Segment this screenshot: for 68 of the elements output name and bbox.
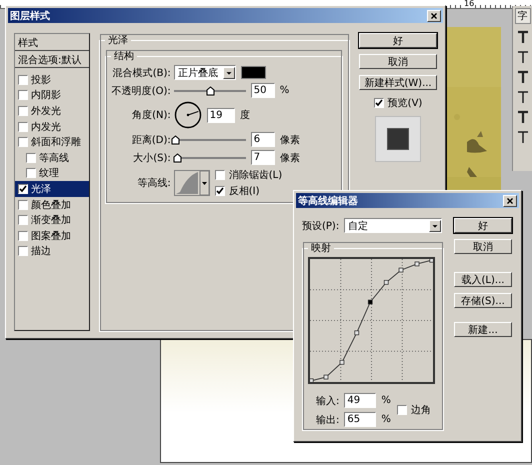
list-item[interactable]: 混合选项:默认 <box>15 51 89 68</box>
style-label: 等高线 <box>39 152 69 165</box>
number-field[interactable]: 50 <box>250 83 275 98</box>
dialog-button[interactable]: 存储(S)... <box>454 293 512 308</box>
field-label: 输出: <box>316 414 340 426</box>
ruler-label: 16 <box>463 0 476 8</box>
list-header: 样式 <box>15 34 89 51</box>
field-label: 等高线: <box>136 176 171 190</box>
style-list-item[interactable]: 投影 <box>15 72 89 88</box>
dialog-button[interactable]: 载入(L)... <box>454 272 512 287</box>
unit-label: 像素 <box>280 134 300 146</box>
unit-label: % <box>280 85 290 96</box>
style-label: 描边 <box>31 244 51 258</box>
dialog-button[interactable]: 取消 <box>454 239 512 254</box>
field-label: 距离(D): <box>130 134 171 146</box>
number-field[interactable]: 65 <box>344 412 376 427</box>
checkbox-label: 消除锯齿(L) <box>228 168 282 182</box>
style-list-item[interactable]: 等高线 <box>15 150 89 166</box>
number-field[interactable]: 6 <box>250 132 275 147</box>
group-title: 结构 <box>112 50 135 63</box>
unit-label: 像素 <box>280 152 300 164</box>
style-label: 颜色叠加 <box>31 198 71 212</box>
window-title: 等高线编辑器 <box>298 194 358 208</box>
field-label: 输入: <box>316 394 340 408</box>
checkbox-label: 预览(V) <box>388 97 422 110</box>
dialog-button[interactable]: 新建样式(W)... <box>359 75 437 90</box>
number-field[interactable]: 7 <box>250 150 275 165</box>
style-list-item[interactable]: 内发光 <box>15 118 89 134</box>
field-label: 预设(P): <box>302 220 340 232</box>
field-label: 不透明度(O): <box>110 84 171 98</box>
style-list-item[interactable]: 纹理 <box>15 166 89 182</box>
panel-tab[interactable]: 字 <box>514 8 530 24</box>
style-list-item[interactable]: 图案叠加 <box>15 228 89 244</box>
style-list-item[interactable]: 光泽 <box>15 181 89 197</box>
blend-mode-dropdown[interactable]: 正片叠底 <box>174 65 236 80</box>
number-field[interactable]: 49 <box>344 393 376 408</box>
style-label: 投影 <box>31 74 51 87</box>
style-label: 光泽 <box>31 182 51 196</box>
style-label: 渐变叠加 <box>31 214 71 228</box>
dialog-button[interactable]: 好 <box>454 218 512 233</box>
style-list-item[interactable]: 外发光 <box>15 103 89 119</box>
style-label: 内阴影 <box>31 88 61 102</box>
style-label: 内发光 <box>31 120 61 134</box>
style-list-item[interactable]: 内阴影 <box>15 88 89 104</box>
dialog-button[interactable]: 取消 <box>359 54 437 69</box>
group-title: 映射 <box>310 242 332 255</box>
style-label: 斜面和浮雕 <box>31 136 81 150</box>
unit-label: % <box>381 395 391 406</box>
field-label: 大小(S): <box>132 152 171 164</box>
unit-label: 度 <box>240 108 250 122</box>
style-label: 外发光 <box>31 104 61 118</box>
field-label: 混合模式(B): <box>112 66 171 80</box>
style-label: 图案叠加 <box>31 230 71 243</box>
dialog-button[interactable]: 好 <box>359 33 437 48</box>
style-list-item[interactable]: 描边 <box>15 244 89 260</box>
group-title: 光泽 <box>106 34 129 47</box>
style-list-item[interactable]: 斜面和浮雕 <box>15 134 89 150</box>
field-label: 角度(N): <box>131 108 171 122</box>
checkbox-label: 边角 <box>410 404 431 417</box>
dialog-button[interactable]: 新建... <box>454 322 512 337</box>
preset-dropdown[interactable]: 自定 <box>344 218 442 233</box>
style-label: 纹理 <box>39 167 59 180</box>
style-list-item[interactable]: 渐变叠加 <box>15 212 89 228</box>
number-field[interactable]: 19 <box>206 108 235 122</box>
window-title: 图层样式 <box>10 10 50 22</box>
unit-label: % <box>381 414 391 425</box>
checkbox-label: 反相(I) <box>228 184 260 198</box>
style-list-item[interactable]: 颜色叠加 <box>15 196 89 212</box>
